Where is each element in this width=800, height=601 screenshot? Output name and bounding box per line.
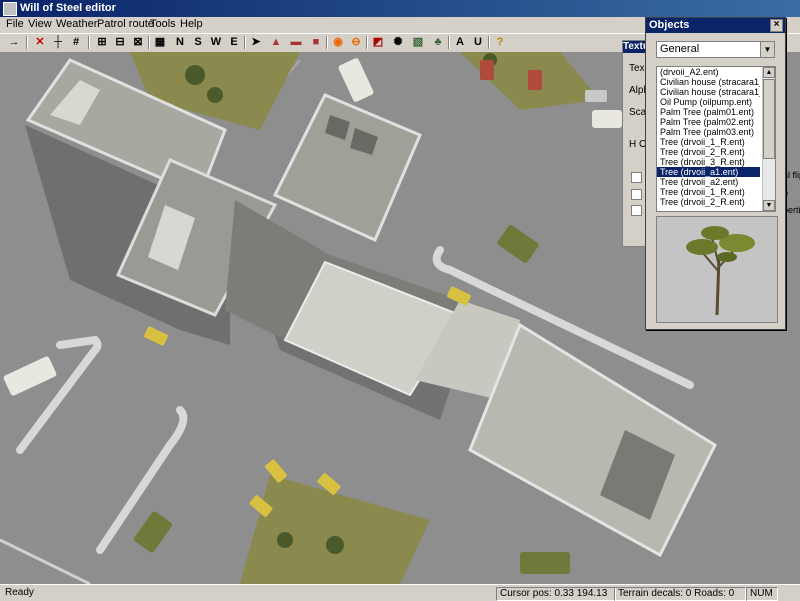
- west-button[interactable]: W: [208, 35, 224, 50]
- toolbar-separator: [488, 36, 490, 49]
- status-bar: Ready Cursor pos: 0.33 194.13 Terrain de…: [0, 584, 800, 601]
- scroll-up-icon[interactable]: ▲: [763, 67, 775, 78]
- object-list-item[interactable]: Tree (drvoii_a1.ent): [657, 167, 760, 177]
- building-icon[interactable]: ▬: [288, 35, 304, 50]
- object-list-items: (drvoii_A2.ent) Civilian house (stracara1…: [657, 67, 775, 207]
- toolbar-separator: [244, 36, 246, 49]
- cross-icon[interactable]: ✕: [32, 35, 48, 50]
- flag-icon[interactable]: ◩: [370, 35, 386, 50]
- status-cursor-pos: Cursor pos: 0.33 194.13: [496, 587, 616, 601]
- grid-icon[interactable]: #: [68, 35, 84, 50]
- object-list-item[interactable]: Palm Tree (palm01.ent): [657, 107, 760, 117]
- objects-window-title-bar[interactable]: Objects ×: [646, 18, 785, 33]
- toolbar-separator: [26, 36, 28, 49]
- south-button[interactable]: S: [190, 35, 206, 50]
- pointer-icon[interactable]: ➤: [248, 35, 264, 50]
- a-button[interactable]: A: [452, 35, 468, 50]
- object-list-item[interactable]: Civilian house (stracara1_1: [657, 77, 760, 87]
- menu-patrol-route[interactable]: Patrol route: [97, 18, 154, 30]
- car: [480, 60, 494, 80]
- option-checkbox[interactable]: [631, 189, 642, 200]
- object-list-item[interactable]: Tree (drvoii_2_R.ent): [657, 197, 760, 207]
- tile-move-icon[interactable]: ⊟: [112, 35, 128, 50]
- menu-tools[interactable]: Tools: [150, 18, 176, 30]
- category-dropdown[interactable]: General ▼: [656, 41, 775, 58]
- target-icon[interactable]: ◉: [330, 35, 346, 50]
- terrain-grid-icon[interactable]: ▦: [152, 35, 168, 50]
- menu-weather[interactable]: Weather: [56, 18, 97, 30]
- help-icon[interactable]: ?: [492, 35, 508, 50]
- truck: [592, 110, 622, 128]
- tree: [277, 532, 293, 548]
- menu-file[interactable]: File: [6, 18, 24, 30]
- objects-window: Objects × General ▼ (drvoii_A2.ent) Civil…: [645, 17, 786, 330]
- tile-rotate-icon[interactable]: ⊠: [130, 35, 146, 50]
- list-scrollbar[interactable]: ▲ ▼: [762, 67, 775, 211]
- north-button[interactable]: N: [172, 35, 188, 50]
- object-list-item[interactable]: Tree (drvoii_3_R.ent): [657, 157, 760, 167]
- u-button[interactable]: U: [470, 35, 486, 50]
- tree: [185, 65, 205, 85]
- forest-icon[interactable]: ♣: [430, 35, 446, 50]
- objects-window-title: Objects: [649, 19, 690, 31]
- minus-circle-icon[interactable]: ⊖: [348, 35, 364, 50]
- title-bar: Will of Steel editor: [0, 0, 800, 17]
- scroll-thumb[interactable]: [763, 79, 775, 159]
- tank: [520, 552, 570, 574]
- decal-icon[interactable]: ▧: [410, 35, 426, 50]
- object-list-item[interactable]: Oil Pump (oilpump.ent): [657, 97, 760, 107]
- app-icon: [3, 2, 17, 16]
- house-icon[interactable]: ▲: [268, 35, 284, 50]
- object-preview: [656, 216, 778, 323]
- scroll-down-icon[interactable]: ▼: [763, 200, 775, 211]
- option-checkbox[interactable]: [631, 205, 642, 216]
- object-list-item[interactable]: (drvoii_A2.ent): [657, 67, 760, 77]
- object-list-item[interactable]: Tree (drvoii_1_R.ent): [657, 137, 760, 147]
- wall-icon[interactable]: ■: [308, 35, 324, 50]
- toolbar-separator: [148, 36, 150, 49]
- crosshair-icon[interactable]: ┼: [50, 35, 66, 50]
- car: [585, 90, 607, 102]
- object-list-item[interactable]: Civilian house (stracara1_3: [657, 87, 760, 97]
- toolbar-separator: [448, 36, 450, 49]
- status-num: NUM: [746, 587, 778, 601]
- car: [528, 70, 542, 90]
- bomb-icon[interactable]: ✺: [390, 35, 406, 50]
- tree: [326, 536, 344, 554]
- toolbar-separator: [88, 36, 90, 49]
- tree-preview-image: [657, 217, 777, 322]
- object-list[interactable]: (drvoii_A2.ent) Civilian house (stracara1…: [656, 66, 776, 212]
- close-icon[interactable]: ×: [770, 19, 783, 32]
- tile-icon[interactable]: ⊞: [94, 35, 110, 50]
- arrow-right-icon[interactable]: →: [6, 35, 22, 50]
- toolbar-separator: [366, 36, 368, 49]
- object-list-item[interactable]: Palm Tree (palm02.ent): [657, 117, 760, 127]
- option-checkbox[interactable]: [631, 172, 642, 183]
- category-value: General: [660, 43, 700, 55]
- tree: [207, 87, 223, 103]
- window-title: Will of Steel editor: [20, 2, 116, 14]
- object-list-item[interactable]: Palm Tree (palm03.ent): [657, 127, 760, 137]
- east-button[interactable]: E: [226, 35, 242, 50]
- object-list-item[interactable]: Tree (drvoii_2_R.ent): [657, 147, 760, 157]
- status-terrain: Terrain decals: 0 Roads: 0: [614, 587, 746, 601]
- object-list-item[interactable]: Tree (drvoii_a2.ent): [657, 177, 760, 187]
- menu-view[interactable]: View: [28, 18, 52, 30]
- menu-help[interactable]: Help: [180, 18, 203, 30]
- status-ready: Ready: [5, 587, 34, 598]
- object-list-item[interactable]: Tree (drvoii_1_R.ent): [657, 187, 760, 197]
- chevron-down-icon[interactable]: ▼: [760, 42, 774, 57]
- toolbar-separator: [326, 36, 328, 49]
